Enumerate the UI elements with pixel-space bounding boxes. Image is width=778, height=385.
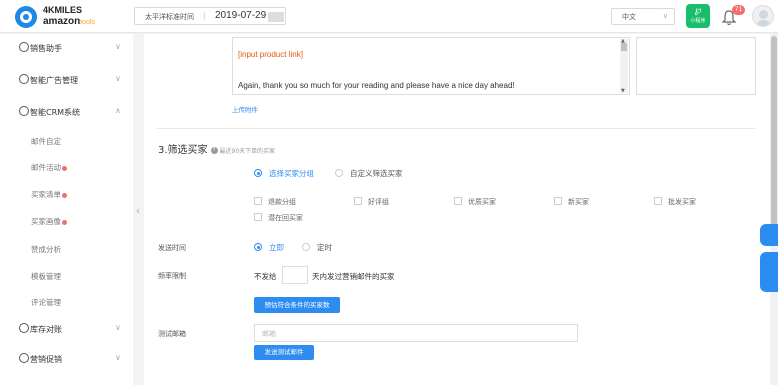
radio-send-scheduled[interactable]	[302, 243, 310, 251]
sidebar-group-ads[interactable]: 智能广告管理 ∨	[0, 69, 133, 91]
send-time-label: 发送时间	[158, 244, 186, 252]
frequency-label: 频率限制	[158, 272, 186, 280]
sidebar-group-label: 库存对账	[30, 325, 62, 334]
frequency-days-input[interactable]	[282, 266, 308, 284]
sidebar-group-label: 智能广告管理	[30, 76, 78, 85]
radio-select-group[interactable]	[254, 169, 262, 177]
date-redaction	[268, 12, 284, 22]
sidebar-item-reviews[interactable]: 评论管理	[31, 297, 61, 308]
editor-scrollbar[interactable]: ▲ ▼	[620, 38, 628, 94]
inventory-icon	[19, 323, 29, 333]
logo-icon	[15, 6, 37, 28]
crm-icon	[19, 106, 29, 116]
send-test-email-button[interactable]: 发送测试邮件	[254, 345, 314, 360]
radio-label: 立即	[269, 243, 284, 252]
divider: |	[203, 12, 206, 20]
frequency-suffix: 天内发过营销邮件的买家	[312, 272, 395, 281]
chevron-down-icon: ∨	[662, 12, 668, 20]
promo-icon	[19, 353, 29, 363]
chevron-up-icon: ∧	[115, 106, 121, 115]
checkbox-label: 好评组	[368, 198, 389, 206]
checkbox-group[interactable]	[554, 197, 562, 205]
sidebar-item-buyer-list[interactable]: 买家清单	[31, 189, 67, 200]
radio-label: 选择买家分组	[269, 169, 314, 178]
test-email-label: 测试邮箱	[158, 330, 186, 338]
checkbox-group[interactable]	[354, 197, 362, 205]
logo-text-tools: tools	[80, 19, 96, 26]
test-email-input[interactable]: 邮箱	[254, 324, 578, 342]
radio-custom-filter[interactable]	[335, 169, 343, 177]
checkbox-label: 优质买家	[468, 198, 496, 206]
sidebar-item-analysis[interactable]: 赞成分析	[31, 244, 61, 255]
scrollbar-thumb[interactable]	[771, 36, 777, 246]
sidebar: 销售助手 ∨ 智能广告管理 ∨ 智能CRM系统 ∧ 邮件自定 邮件活动 买家清单…	[0, 34, 133, 385]
estimate-buyers-button[interactable]: 预估符合条件的买家数	[254, 297, 340, 313]
mini-program-button[interactable]: ℘ 小程序	[686, 4, 710, 28]
logo[interactable]: 4KMILES amazontools	[15, 5, 110, 29]
sidebar-group-sales[interactable]: 销售助手 ∨	[0, 37, 133, 59]
checkbox-group[interactable]	[254, 197, 262, 205]
preview-box	[636, 37, 756, 95]
scroll-down-icon[interactable]: ▼	[621, 88, 625, 94]
sidebar-group-label: 营销促销	[30, 355, 62, 364]
timezone-label: 太平洋标准时间	[145, 13, 194, 21]
upload-attachment-link[interactable]: 上传附件	[232, 104, 258, 114]
mini-program-icon: ℘	[694, 5, 702, 16]
radio-label: 自定义筛选买家	[350, 169, 403, 178]
sidebar-collapse-icon[interactable]: ‹	[133, 200, 143, 224]
checkbox-group[interactable]	[654, 197, 662, 205]
section-hint: 最近90天下单的买家	[219, 148, 276, 155]
ads-icon	[19, 74, 29, 84]
email-body-editor[interactable]: [input product link] Again, thank you so…	[232, 37, 630, 95]
mini-program-label: 小程序	[690, 18, 706, 24]
sidebar-group-inventory[interactable]: 库存对账 ∨	[0, 318, 133, 340]
page-scrollbar[interactable]	[770, 34, 778, 385]
floating-help-button[interactable]	[760, 224, 778, 246]
floating-service-button[interactable]	[760, 252, 778, 292]
logo-text-brand: 4KMILES	[43, 5, 83, 15]
avatar[interactable]	[752, 5, 774, 27]
top-bar: 4KMILES amazontools 太平洋标准时间 | 2019-07-29…	[0, 0, 778, 33]
frequency-prefix: 不发给	[254, 272, 277, 281]
help-icon[interactable]: ?	[210, 146, 218, 154]
checkbox-label: 批发买家	[668, 198, 696, 206]
sidebar-group-crm[interactable]: 智能CRM系统 ∧	[0, 101, 133, 123]
divider	[157, 128, 755, 129]
timezone-date-selector[interactable]: 太平洋标准时间 | 2019-07-29	[134, 7, 286, 25]
sidebar-group-label: 智能CRM系统	[30, 108, 81, 117]
sidebar-item-templates[interactable]: 模板管理	[31, 271, 61, 282]
editor-line-closing: Again, thank you so much for your readin…	[238, 81, 515, 90]
checkbox-group[interactable]	[454, 197, 462, 205]
language-select[interactable]: 中文 ∨	[611, 8, 675, 25]
date-value: 2019-07-29	[215, 10, 267, 21]
test-email-placeholder: 邮箱	[262, 330, 276, 338]
sidebar-item-buyer-profile[interactable]: 买家画像	[31, 216, 67, 227]
language-value: 中文	[622, 13, 636, 21]
checkbox-label: 新买家	[568, 198, 589, 206]
sidebar-group-label: 销售助手	[30, 44, 62, 53]
sidebar-group-promo[interactable]: 营销促销 ∨	[0, 348, 133, 370]
checkbox-label: 退款分组	[268, 198, 296, 206]
sales-icon	[19, 42, 29, 52]
new-dot	[62, 192, 67, 198]
logo-text-amazon: amazontools	[43, 16, 96, 27]
radio-label: 定时	[317, 243, 332, 252]
editor-line-product-link: [input product link]	[238, 50, 303, 59]
checkbox-label: 潜在回买家	[268, 214, 303, 222]
checkbox-group[interactable]	[254, 213, 262, 221]
chevron-down-icon: ∨	[115, 42, 121, 51]
scrollbar-thumb[interactable]	[621, 43, 627, 51]
sidebar-item-mail-campaign[interactable]: 邮件活动	[31, 162, 67, 173]
section-title: 3.筛选买家? 最近90天下单的买家	[158, 145, 276, 156]
notification-badge: 71	[732, 5, 745, 15]
new-dot	[62, 219, 67, 225]
new-dot	[62, 165, 67, 171]
chevron-down-icon: ∨	[115, 353, 121, 362]
sidebar-item-mail-custom[interactable]: 邮件自定	[31, 136, 61, 147]
chevron-down-icon: ∨	[115, 323, 121, 332]
chevron-down-icon: ∨	[115, 74, 121, 83]
radio-send-now[interactable]	[254, 243, 262, 251]
